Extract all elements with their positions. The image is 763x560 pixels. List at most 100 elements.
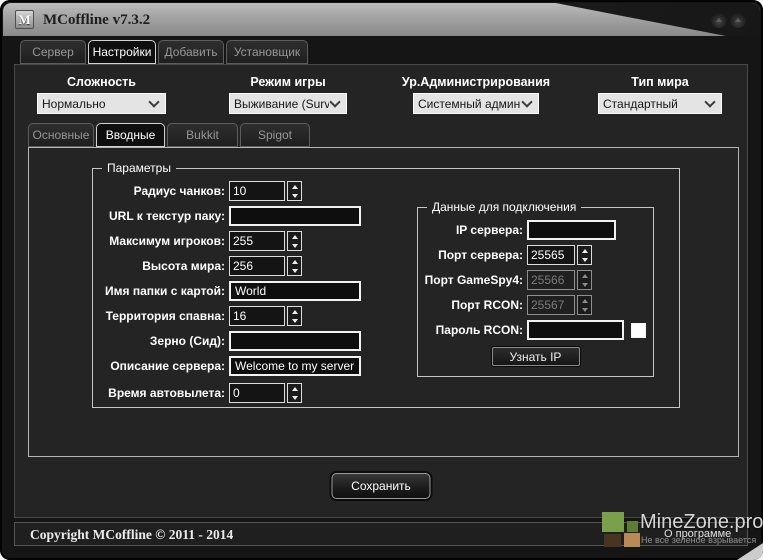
subtab-spigot[interactable]: Spigot: [240, 123, 310, 147]
tab-server[interactable]: Сервер: [20, 40, 86, 64]
rcon-port-input: 25567: [527, 295, 592, 315]
texture-pack-url-label: URL к текстур паку:: [97, 209, 229, 223]
autokick-time-row: Время автовылета:0: [97, 383, 679, 403]
seed-label: Зерно (Сид):: [97, 334, 229, 348]
admin-level-select[interactable]: Системный админ: [413, 93, 539, 114]
subtab-bukkit[interactable]: Bukkit: [167, 123, 238, 147]
difficulty-select[interactable]: Нормально: [37, 93, 166, 114]
close-button[interactable]: [730, 12, 746, 28]
spinner-down-icon: [292, 194, 298, 198]
spinner-down-icon: [292, 319, 298, 323]
chevron-down-icon: [704, 96, 715, 107]
server-ip-label: IP сервера:: [422, 223, 527, 237]
app-window: M MCoffline v7.3.2 СерверНастройкиДобави…: [0, 0, 763, 560]
about-link[interactable]: О программе: [664, 528, 731, 540]
gamespy4-port-value: 25566: [527, 270, 575, 290]
admin-level-value: Системный админ: [418, 97, 521, 111]
spinner-down-icon: [292, 244, 298, 248]
gamespy4-port-row: Порт GameSpy4:25566: [422, 270, 653, 290]
world-type-select[interactable]: Стандартный: [598, 93, 722, 114]
spinner-down-icon: [292, 269, 298, 273]
spawn-territory-spin-up-button[interactable]: [288, 307, 301, 316]
spinner-up-icon: [582, 274, 588, 278]
autokick-time-spinner[interactable]: [287, 383, 302, 403]
main-tab-bar: СерверНастройкиДобавитьУстановщик: [20, 40, 308, 64]
spinner-up-icon: [292, 387, 298, 391]
autokick-time-input[interactable]: 0: [229, 383, 302, 403]
admin-level-label: Ур.Администрирования: [395, 75, 557, 90]
gamemode-label: Режим игры: [211, 75, 365, 90]
tab-installer[interactable]: Установщик: [226, 40, 308, 64]
spinner-up-icon: [292, 260, 298, 264]
server-port-spin-up-button[interactable]: [578, 246, 591, 255]
server-description-input[interactable]: Welcome to my server: [229, 356, 361, 376]
rcon-port-row: Порт RCON:25567: [422, 295, 653, 315]
tab-add[interactable]: Добавить: [158, 40, 224, 64]
rcon-port-value: 25567: [527, 295, 575, 315]
sub-tab-bar: ОсновныеВводныеBukkitSpigot: [28, 123, 310, 147]
minimize-button[interactable]: [711, 12, 727, 28]
chevron-down-icon: [148, 96, 159, 107]
seed-input[interactable]: [229, 331, 361, 351]
rcon-password-row: Пароль RCON:: [422, 320, 653, 340]
autokick-time-spin-up-button[interactable]: [288, 384, 301, 393]
get-ip-button[interactable]: Узнать IP: [492, 347, 580, 366]
world-height-value: 256: [229, 256, 285, 276]
world-height-input[interactable]: 256: [229, 256, 302, 276]
spinner-down-icon: [582, 283, 588, 287]
server-port-spin-down-button[interactable]: [578, 255, 591, 264]
chunk-radius-spin-up-button[interactable]: [288, 182, 301, 191]
server-port-input[interactable]: 25565: [527, 245, 592, 265]
spawn-territory-input[interactable]: 16: [229, 306, 302, 326]
world-height-spin-down-button[interactable]: [288, 266, 301, 275]
footer: Copyright MCoffline © 2011 - 2014 О прог…: [14, 522, 748, 546]
save-button[interactable]: Сохранить: [332, 473, 431, 499]
max-players-spinner[interactable]: [287, 231, 302, 251]
rcon-password-input[interactable]: [527, 320, 624, 340]
subtab-main[interactable]: Основные: [28, 123, 94, 147]
spinner-down-icon: [582, 258, 588, 262]
subtab-initial[interactable]: Вводные: [96, 123, 165, 147]
rcon-port-label: Порт RCON:: [422, 298, 527, 312]
params-group-title: Параметры: [102, 161, 176, 176]
connection-group: Данные для подключения IP сервера:Порт с…: [417, 207, 654, 377]
tab-settings[interactable]: Настройки: [88, 40, 156, 64]
gamespy4-port-spinner: [577, 270, 592, 290]
world-type-value: Стандартный: [603, 97, 704, 111]
chunk-radius-value: 10: [229, 181, 285, 201]
chunk-radius-spinner[interactable]: [287, 181, 302, 201]
world-height-label: Высота мира:: [97, 259, 229, 273]
gamespy4-port-spin-up-button: [578, 271, 591, 280]
chevron-down-icon: [521, 96, 532, 107]
gamemode-select[interactable]: Выживание (Survival: [229, 93, 347, 114]
connection-group-title: Данные для подключения: [427, 200, 581, 215]
spawn-territory-label: Территория спавна:: [97, 309, 229, 323]
autokick-time-label: Время автовылета:: [97, 386, 229, 400]
chunk-radius-spin-down-button[interactable]: [288, 191, 301, 200]
world-type-label: Тип мира: [580, 75, 740, 90]
autokick-time-spin-down-button[interactable]: [288, 393, 301, 402]
rcon-port-spin-down-button: [578, 305, 591, 314]
map-folder-label: Имя папки с картой:: [97, 284, 229, 298]
spawn-territory-spinner[interactable]: [287, 306, 302, 326]
max-players-spin-down-button[interactable]: [288, 241, 301, 250]
difficulty-value: Нормально: [42, 97, 148, 111]
app-icon-letter: M: [18, 12, 30, 28]
map-folder-input[interactable]: World: [229, 281, 361, 301]
server-port-spinner[interactable]: [577, 245, 592, 265]
server-ip-input[interactable]: [527, 220, 616, 240]
spawn-territory-spin-down-button[interactable]: [288, 316, 301, 325]
rcon-password-checkbox[interactable]: [631, 323, 646, 338]
world-height-spin-up-button[interactable]: [288, 257, 301, 266]
gamespy4-port-label: Порт GameSpy4:: [422, 273, 527, 287]
max-players-spin-up-button[interactable]: [288, 232, 301, 241]
spinner-up-icon: [582, 299, 588, 303]
window-controls: [711, 12, 746, 28]
window-title: MCoffline v7.3.2: [43, 3, 150, 36]
world-height-spinner[interactable]: [287, 256, 302, 276]
autokick-time-value: 0: [229, 383, 285, 403]
spinner-down-icon: [582, 308, 588, 312]
texture-pack-url-input[interactable]: [229, 206, 361, 226]
max-players-input[interactable]: 255: [229, 231, 302, 251]
chunk-radius-input[interactable]: 10: [229, 181, 302, 201]
